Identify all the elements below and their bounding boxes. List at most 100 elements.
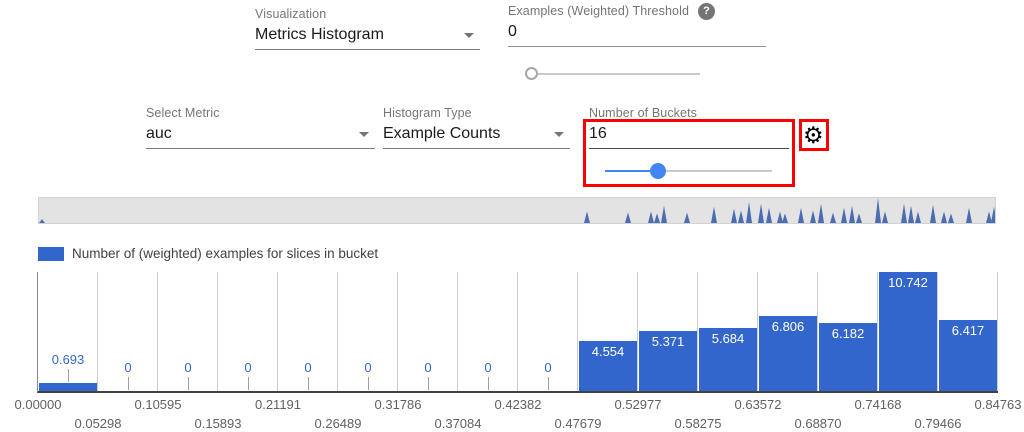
gear-icon[interactable]: ⚙: [803, 124, 824, 147]
overview-spike: [731, 209, 737, 223]
x-axis-label: 0.79466: [915, 416, 962, 431]
bar-value-label: 0: [364, 360, 371, 375]
threshold-label: Examples (Weighted) Threshold: [508, 4, 766, 18]
threshold-slider-knob[interactable]: [525, 67, 538, 80]
chart-legend: Number of (weighted) examples for slices…: [38, 246, 378, 261]
gridline: [637, 272, 638, 391]
chevron-down-icon[interactable]: [464, 33, 474, 38]
tfma-visualization-panel: Visualization Metrics Histogram Examples…: [0, 0, 1024, 432]
overview-spike: [661, 206, 667, 223]
overview-spike: [882, 211, 888, 223]
gridline: [157, 272, 158, 391]
gridline: [397, 272, 398, 391]
bar-value-label: 0: [124, 360, 131, 375]
x-axis-label: 0.58275: [675, 416, 722, 431]
annotation-stem: [308, 377, 309, 390]
x-axis-label: 0.37084: [435, 416, 482, 431]
bar-value-label: 0: [244, 360, 251, 375]
threshold-field: Examples (Weighted) Threshold 0: [508, 4, 766, 47]
overview-spike: [810, 211, 816, 223]
overview-spike: [986, 211, 992, 223]
bar-value-label: 0.693: [52, 352, 85, 367]
legend-label: Number of (weighted) examples for slices…: [72, 246, 378, 261]
histogram-plot: 0.693000000004.5545.3715.6846.8066.18210…: [37, 272, 998, 393]
overview-spike: [654, 213, 660, 223]
overview-spike: [948, 213, 954, 223]
threshold-input[interactable]: 0: [508, 23, 766, 47]
x-axis-label: 0.21191: [255, 397, 301, 412]
histogram-type-select[interactable]: Histogram Type Example Counts: [383, 106, 570, 149]
threshold-slider-track[interactable]: [525, 73, 700, 75]
gridline: [997, 272, 998, 391]
help-icon[interactable]: ?: [698, 3, 715, 20]
annotation-stem: [368, 377, 369, 390]
overview-spike: [766, 208, 772, 223]
chevron-down-icon[interactable]: [554, 132, 564, 137]
highlight-box-buckets: [583, 119, 795, 187]
overview-spike: [830, 212, 836, 223]
bar-value-label: 0: [424, 360, 431, 375]
bar-value-label: 6.182: [832, 326, 865, 341]
overview-spike: [856, 213, 862, 223]
overview-spike: [875, 198, 881, 223]
metric-select[interactable]: Select Metric auc: [146, 106, 375, 149]
gridline: [97, 272, 98, 391]
slice-overview[interactable]: [38, 197, 996, 224]
overview-spike: [849, 206, 855, 223]
x-axis-label: 0.10595: [135, 397, 182, 412]
overview-spike: [818, 204, 824, 223]
bar-value-label: 4.554: [592, 344, 625, 359]
annotation-stem: [488, 377, 489, 390]
annotation-stem: [68, 369, 69, 382]
metric-value: auc: [146, 125, 375, 149]
gridline: [517, 272, 518, 391]
histogram-bar[interactable]: [39, 383, 97, 391]
overview-spike: [684, 212, 690, 223]
buckets-label: Number of Buckets: [589, 106, 789, 120]
visualization-label: Visualization: [255, 7, 480, 21]
annotation-stem: [428, 377, 429, 390]
gridline: [757, 272, 758, 391]
x-axis-label: 0.63572: [735, 397, 782, 412]
threshold-slider[interactable]: [525, 66, 700, 81]
overview-spike: [798, 208, 804, 223]
x-axis-label: 0.74168: [855, 397, 902, 412]
gridline: [577, 272, 578, 391]
overview-spike: [991, 207, 995, 223]
bar-value-label: 0: [304, 360, 311, 375]
annotation-stem: [128, 377, 129, 390]
x-axis-label: 0.84763: [975, 397, 1022, 412]
overview-spike: [584, 211, 590, 223]
overview-spike: [782, 213, 788, 223]
x-axis-label: 0.31786: [375, 397, 422, 412]
histogram-type-label: Histogram Type: [383, 106, 570, 120]
overview-spike: [648, 211, 654, 223]
histogram-type-value: Example Counts: [383, 125, 570, 149]
overview-spike: [930, 205, 936, 223]
x-axis-label: 0.15893: [195, 416, 242, 431]
x-axis-label: 0.47679: [555, 416, 602, 431]
bar-value-label: 5.371: [652, 334, 685, 349]
bar-value-label: 6.417: [952, 323, 985, 338]
x-axis-label: 0.52977: [615, 397, 662, 412]
gridline: [277, 272, 278, 391]
gridline: [817, 272, 818, 391]
bar-value-label: 0: [184, 360, 191, 375]
legend-swatch: [38, 247, 64, 261]
overview-spike: [841, 208, 847, 223]
annotation-stem: [188, 377, 189, 390]
visualization-select[interactable]: Visualization Metrics Histogram: [255, 7, 480, 50]
bar-value-label: 5.684: [712, 331, 745, 346]
gridline: [217, 272, 218, 391]
x-axis-label: 0.68870: [795, 416, 842, 431]
overview-spike: [738, 211, 744, 223]
bar-value-label: 0: [544, 360, 551, 375]
overview-spike: [758, 204, 764, 223]
overview-spike: [777, 211, 783, 223]
chevron-down-icon[interactable]: [359, 132, 369, 137]
gridline: [877, 272, 878, 391]
gridline: [337, 272, 338, 391]
annotation-stem: [248, 377, 249, 390]
gridline: [457, 272, 458, 391]
overview-spike: [901, 204, 907, 223]
